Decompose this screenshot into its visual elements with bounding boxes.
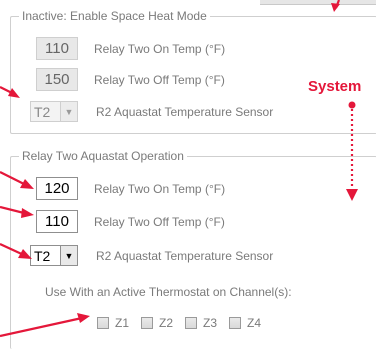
checkbox-box[interactable] (185, 317, 198, 329)
chevron-down-icon[interactable]: ▼ (60, 246, 77, 265)
checkbox-box[interactable] (141, 317, 154, 329)
inactive-sensor-row: T2 ▼ R2 Aquastat Temperature Sensor (30, 101, 273, 122)
channel-z2-checkbox[interactable]: Z2 (141, 316, 173, 330)
channel-label: Z2 (159, 316, 174, 330)
inactive-on-temp-row: 110 Relay Two On Temp (°F) (36, 37, 225, 60)
chevron-down-icon[interactable]: ▼ (60, 102, 77, 121)
thermostat-note: Use With an Active Thermostat on Channel… (45, 285, 292, 299)
select-value: T2 (34, 103, 51, 120)
checkbox-box[interactable] (229, 317, 242, 329)
aquastat-on-temp-row: 120 Relay Two On Temp (°F) (36, 177, 225, 200)
inactive-on-temp-label: Relay Two On Temp (°F) (94, 41, 226, 56)
inactive-on-temp-field[interactable]: 110 (36, 37, 78, 60)
aquastat-sensor-row: T2 ▼ R2 Aquastat Temperature Sensor (30, 245, 273, 266)
system-annotation-label: System (308, 78, 362, 95)
group-title: Inactive: Enable Space Heat Mode (19, 9, 210, 23)
channel-z4-checkbox[interactable]: Z4 (229, 316, 261, 330)
aquastat-sensor-select[interactable]: T2 ▼ (30, 245, 78, 266)
top-panel-edge (260, 0, 376, 5)
select-value: T2 (34, 247, 51, 264)
inactive-sensor-label: R2 Aquastat Temperature Sensor (96, 104, 274, 119)
inactive-sensor-select[interactable]: T2 ▼ (30, 101, 78, 122)
aquastat-off-temp-label: Relay Two Off Temp (°F) (94, 214, 225, 229)
inactive-off-temp-field[interactable]: 150 (36, 68, 78, 91)
aquastat-off-temp-field[interactable]: 110 (36, 210, 78, 233)
group-title: Relay Two Aquastat Operation (19, 149, 187, 163)
aquastat-sensor-label: R2 Aquastat Temperature Sensor (96, 248, 274, 263)
channel-checkbox-row: Z1 Z2 Z3 Z4 (97, 316, 273, 330)
aquastat-off-temp-row: 110 Relay Two Off Temp (°F) (36, 210, 225, 233)
channel-label: Z4 (247, 316, 262, 330)
channel-label: Z1 (115, 316, 130, 330)
channel-label: Z3 (203, 316, 218, 330)
aquastat-on-temp-label: Relay Two On Temp (°F) (94, 181, 226, 196)
inactive-off-temp-label: Relay Two Off Temp (°F) (94, 72, 225, 87)
aquastat-on-temp-field[interactable]: 120 (36, 177, 78, 200)
inactive-off-temp-row: 150 Relay Two Off Temp (°F) (36, 68, 225, 91)
channel-z3-checkbox[interactable]: Z3 (185, 316, 217, 330)
channel-z1-checkbox[interactable]: Z1 (97, 316, 129, 330)
checkbox-box[interactable] (97, 317, 109, 329)
